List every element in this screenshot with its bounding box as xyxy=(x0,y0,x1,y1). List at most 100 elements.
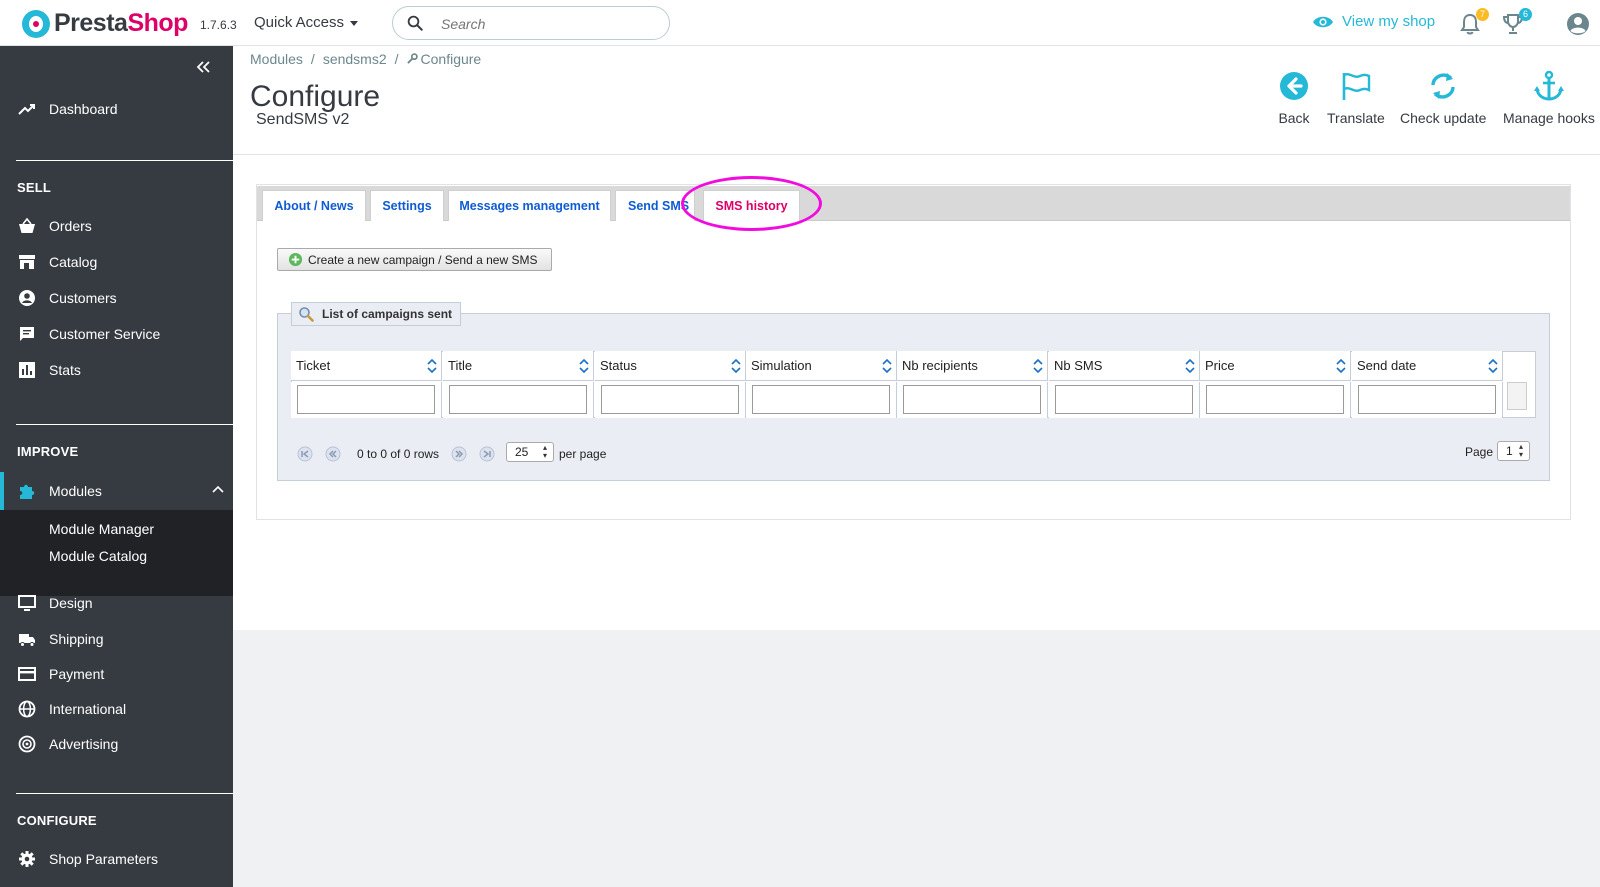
column-header[interactable]: Title xyxy=(443,351,594,381)
chevron-up-icon[interactable] xyxy=(212,485,224,493)
view-my-shop-link[interactable]: View my shop xyxy=(1312,13,1435,30)
rows-info: 0 to 0 of 0 rows xyxy=(357,447,440,461)
next-page-icon[interactable] xyxy=(451,446,467,462)
sidebar-item-advertising[interactable]: Advertising xyxy=(0,727,233,761)
sidebar-item-shipping[interactable]: Shipping xyxy=(0,622,233,656)
sidebar-item-label: Dashboard xyxy=(49,101,118,117)
breadcrumb: Modules / sendsms2 / Configure xyxy=(250,51,481,67)
sidebar-item-dashboard[interactable]: Dashboard xyxy=(0,92,233,126)
breadcrumb-modules[interactable]: Modules xyxy=(250,51,303,67)
wrench-icon xyxy=(406,53,418,64)
prestashop-logo-icon xyxy=(22,9,50,38)
sidebar-subitem-module-manager[interactable]: Module Manager xyxy=(49,521,154,537)
create-campaign-label: Create a new campaign / Send a new SMS xyxy=(308,252,538,267)
desktop-icon xyxy=(18,595,36,611)
previous-page-icon[interactable] xyxy=(325,446,341,462)
column-header-label: Nb recipients xyxy=(902,358,978,373)
target-icon xyxy=(18,735,36,753)
shopping-basket-icon xyxy=(19,217,35,233)
page-select[interactable]: 1 xyxy=(1497,441,1530,461)
globe-icon xyxy=(18,700,36,718)
sidebar-item-catalog[interactable]: Catalog xyxy=(0,245,233,279)
column-filter-input[interactable] xyxy=(601,385,739,414)
search-input[interactable] xyxy=(441,14,651,34)
column-filter-input[interactable] xyxy=(903,385,1041,414)
per-page-select[interactable]: 25 xyxy=(506,442,554,462)
column-header[interactable]: Price xyxy=(1200,351,1351,381)
sidebar-item-modules[interactable]: Modules xyxy=(0,474,233,508)
column-filter-input[interactable] xyxy=(1206,385,1344,414)
table-filter-action[interactable] xyxy=(1507,382,1527,410)
flag-icon xyxy=(1342,73,1371,100)
bar-chart-icon xyxy=(19,362,35,378)
highlight-annotation xyxy=(681,176,822,231)
tab-messages-management[interactable]: Messages management xyxy=(448,190,611,221)
translate-button[interactable]: Translate xyxy=(1327,70,1385,126)
user-avatar-icon xyxy=(1567,13,1589,35)
page-label: Page xyxy=(1465,445,1494,459)
tab-settings[interactable]: Settings xyxy=(370,190,444,221)
chat-icon xyxy=(20,327,34,341)
sidebar-item-label: Orders xyxy=(49,218,92,234)
column-filter-input[interactable] xyxy=(1055,385,1193,414)
sidebar-item-payment[interactable]: Payment xyxy=(0,657,233,691)
last-page-icon[interactable] xyxy=(479,446,495,462)
orders-button[interactable]: 6 xyxy=(1502,8,1532,36)
sort-icon[interactable] xyxy=(1336,359,1346,373)
create-campaign-button[interactable]: Create a new campaign / Send a new SMS xyxy=(277,248,552,271)
manage-hooks-button[interactable]: Manage hooks xyxy=(1503,70,1595,126)
store-icon xyxy=(19,255,35,269)
column-header[interactable]: Status xyxy=(595,351,746,381)
check-update-button[interactable]: Check update xyxy=(1400,70,1486,126)
column-filter-input[interactable] xyxy=(449,385,587,414)
employee-menu-button[interactable] xyxy=(1566,12,1590,36)
sort-icon[interactable] xyxy=(579,359,589,373)
sort-icon[interactable] xyxy=(427,359,437,373)
notifications-button[interactable]: 7 xyxy=(1459,8,1489,36)
sidebar-item-customer-service[interactable]: Customer Service xyxy=(0,317,233,351)
sidebar-item-label: International xyxy=(49,701,127,717)
column-header[interactable]: Nb recipients xyxy=(897,351,1048,381)
filter-cell xyxy=(443,382,594,418)
first-page-icon[interactable] xyxy=(297,446,313,462)
sidebar-item-stats[interactable]: Stats xyxy=(0,353,233,387)
column-header-label: Simulation xyxy=(751,358,812,373)
column-header-label: Send date xyxy=(1357,358,1417,373)
sidebar-item-design[interactable]: Design xyxy=(0,586,233,620)
column-header[interactable]: Nb SMS xyxy=(1049,351,1200,381)
sidebar-section-sell: SELL xyxy=(17,180,52,195)
column-filter-input[interactable] xyxy=(297,385,435,414)
column-header[interactable]: Simulation xyxy=(746,351,897,381)
column-header[interactable]: Send date xyxy=(1352,351,1503,381)
sort-icon[interactable] xyxy=(731,359,741,373)
check-update-label: Check update xyxy=(1400,110,1487,126)
back-button[interactable]: Back xyxy=(1278,70,1310,126)
breadcrumb-sendsms2[interactable]: sendsms2 xyxy=(323,51,387,67)
sidebar-item-label: Payment xyxy=(49,666,105,682)
column-header[interactable]: Ticket xyxy=(291,351,442,381)
sort-icon[interactable] xyxy=(1033,359,1043,373)
quick-access-dropdown[interactable]: Quick Access xyxy=(254,14,358,31)
sort-icon[interactable] xyxy=(882,359,892,373)
sidebar-divider xyxy=(16,160,233,161)
sidebar-item-customers[interactable]: Customers xyxy=(0,281,233,315)
sort-icon[interactable] xyxy=(1488,359,1498,373)
sidebar-item-label: Customer Service xyxy=(49,326,161,342)
column-filter-input[interactable] xyxy=(752,385,890,414)
prestashop-logo[interactable]: PrestaShop xyxy=(22,9,188,38)
column-header-label: Title xyxy=(448,358,473,373)
notifications-badge: 7 xyxy=(1476,8,1489,21)
gear-icon xyxy=(19,851,35,867)
search-box[interactable] xyxy=(392,6,670,40)
filter-cell xyxy=(746,382,897,418)
sidebar-item-shop-parameters[interactable]: Shop Parameters xyxy=(0,842,233,876)
sidebar-item-international[interactable]: International xyxy=(0,692,233,726)
column-filter-input[interactable] xyxy=(1358,385,1496,414)
sort-icon[interactable] xyxy=(1185,359,1195,373)
collapse-menu-icon[interactable] xyxy=(195,60,211,74)
filter-cell xyxy=(1200,382,1351,418)
sidebar-item-orders[interactable]: Orders xyxy=(0,209,233,243)
sidebar-subitem-module-catalog[interactable]: Module Catalog xyxy=(49,548,147,564)
sidebar-section-configure: CONFIGURE xyxy=(17,813,97,828)
tab-about-news[interactable]: About / News xyxy=(262,190,366,221)
